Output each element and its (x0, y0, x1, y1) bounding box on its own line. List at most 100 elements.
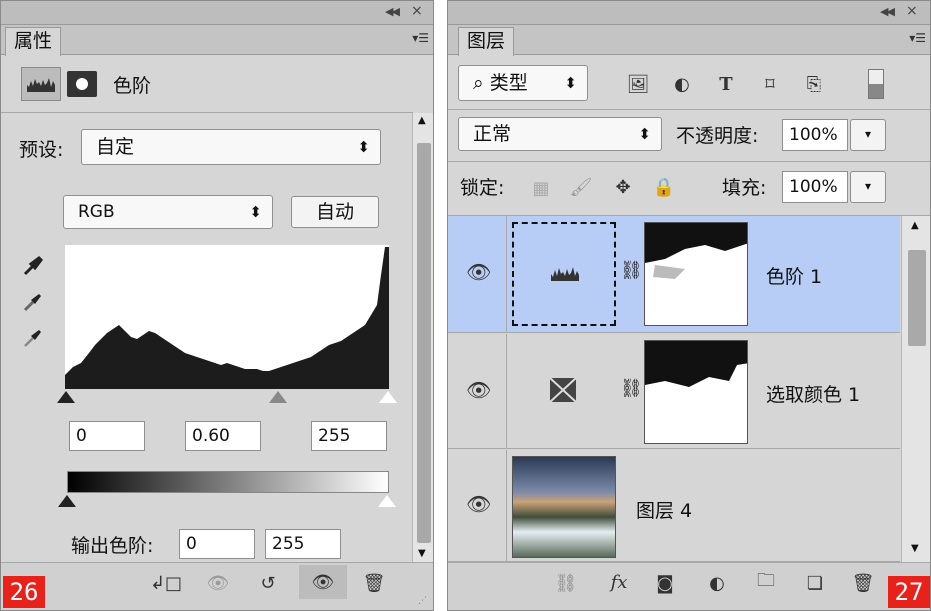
properties-scrollbar[interactable]: ▲ ▼ (412, 113, 433, 565)
layers-footer: ⛓ fx ◙ ◐ 🗀 ❏ 🗑 (448, 562, 930, 610)
scroll-thumb[interactable] (417, 143, 431, 543)
output-gradient (67, 471, 389, 493)
new-group-icon[interactable]: 🗀 (752, 570, 780, 595)
white-eyedropper-icon[interactable] (19, 325, 47, 351)
filter-value: 类型 (489, 72, 528, 94)
lock-pixels-icon[interactable]: 🖌 (566, 175, 596, 199)
filter-select[interactable]: ⌕ 类型 ⬍ (458, 65, 588, 101)
image-layer-thumb[interactable] (512, 456, 616, 558)
gray-eyedropper-icon[interactable] (19, 289, 47, 315)
step-badge: 26 (3, 576, 45, 608)
tab-layers[interactable]: 图层 (458, 27, 515, 56)
new-layer-icon[interactable]: ❏ (802, 571, 828, 595)
layers-scrollbar[interactable]: ▲ ▼ (901, 216, 930, 562)
smart-object-filter-icon[interactable]: ⎘ (800, 71, 828, 97)
lock-all-icon[interactable]: 🔒 (652, 175, 676, 199)
fx-icon[interactable]: fx (602, 569, 636, 595)
image-filter-icon[interactable]: 🖼 (624, 71, 652, 97)
properties-footer: ↲□ 👁 ↺ 👁 🗑 ⋰ (1, 562, 433, 610)
trash-icon[interactable]: 🗑 (850, 571, 876, 595)
black-point-slider[interactable] (57, 391, 75, 403)
reset-icon[interactable]: ↺ (253, 571, 283, 595)
chain-link-icon[interactable]: ⛓ (620, 378, 643, 399)
fill-dropdown-icon[interactable]: ▾ (850, 171, 886, 203)
new-adjustment-icon[interactable]: ◐ (702, 571, 732, 595)
scroll-up-icon[interactable]: ▲ (418, 115, 426, 126)
output-white-field[interactable]: 255 (265, 529, 341, 559)
divider (506, 216, 507, 333)
tab-row: 属性 ▾☰ (1, 25, 433, 56)
type-filter-icon[interactable]: T (712, 71, 740, 97)
search-icon: ⌕ (473, 72, 484, 94)
scroll-thumb[interactable] (908, 250, 926, 346)
trash-icon[interactable]: 🗑 (361, 571, 387, 595)
divider (1, 112, 413, 113)
preset-select[interactable]: 自定 ⬍ (81, 129, 381, 165)
scroll-down-icon[interactable]: ▼ (911, 543, 919, 554)
updown-icon: ⬍ (564, 74, 577, 92)
blend-mode-select[interactable]: 正常 ⬍ (458, 117, 662, 151)
input-gamma-field[interactable]: 0.60 (185, 421, 261, 451)
channel-value: RGB (78, 202, 115, 222)
adjustment-thumb-selected[interactable] (512, 222, 616, 326)
view-previous-icon[interactable]: 👁 (201, 571, 235, 595)
input-white-field[interactable]: 255 (311, 421, 387, 451)
output-levels-label: 输出色阶: (71, 535, 154, 557)
visibility-eye-icon[interactable]: 👁 (466, 378, 491, 402)
layer-mask-thumb[interactable] (644, 340, 748, 444)
close-icon[interactable]: × (906, 3, 918, 19)
output-white-slider[interactable] (378, 495, 396, 507)
layer-name[interactable]: 色阶 1 (766, 262, 822, 289)
layer-name[interactable]: 选取颜色 1 (766, 380, 860, 407)
visibility-icon[interactable]: 👁 (299, 565, 347, 599)
scroll-down-icon[interactable]: ▼ (418, 548, 426, 559)
layer-name[interactable]: 图层 4 (636, 496, 692, 523)
lock-transparency-icon[interactable]: ▦ (530, 177, 552, 199)
close-icon[interactable]: × (411, 3, 423, 19)
auto-button[interactable]: 自动 (291, 196, 379, 228)
fill-field[interactable]: 100% (782, 171, 848, 203)
gamma-slider[interactable] (269, 391, 287, 403)
output-black-field[interactable]: 0 (179, 529, 255, 559)
opacity-dropdown-icon[interactable]: ▾ (850, 119, 886, 151)
lock-position-icon[interactable]: ✥ (610, 175, 636, 199)
shape-filter-icon[interactable]: ⌑ (756, 71, 784, 97)
black-eyedropper-icon[interactable] (19, 253, 47, 279)
tab-properties[interactable]: 属性 (5, 27, 62, 56)
link-layers-icon[interactable]: ⛓ (552, 571, 580, 595)
levels-icon[interactable] (21, 67, 61, 101)
layer-row-levels[interactable]: 👁 ⛓ 色阶 1 (448, 216, 900, 333)
collapse-icon[interactable]: ◀◀ (385, 5, 400, 18)
input-black-field[interactable]: 0 (69, 421, 145, 451)
output-black-slider[interactable] (58, 495, 76, 507)
channel-select[interactable]: RGB ⬍ (63, 195, 273, 229)
layer-row-selective-color[interactable]: 👁 ⛓ 选取颜色 1 (448, 334, 900, 449)
visibility-eye-icon[interactable]: 👁 (466, 492, 491, 516)
adjustment-title: 色阶 (113, 75, 152, 97)
scroll-up-icon[interactable]: ▲ (911, 220, 919, 231)
filter-toggle[interactable] (868, 69, 884, 99)
divider (448, 109, 930, 110)
mask-icon[interactable] (67, 71, 97, 97)
divider (506, 334, 507, 449)
layer-mask-thumb[interactable] (644, 222, 748, 326)
resize-grip-icon[interactable]: ⋰ (418, 596, 427, 606)
white-point-slider[interactable] (379, 391, 397, 403)
selective-color-icon[interactable] (548, 376, 578, 404)
chain-link-icon[interactable]: ⛓ (620, 260, 643, 281)
panel-menu-icon[interactable]: ▾☰ (909, 31, 926, 45)
updown-icon: ⬍ (249, 203, 262, 221)
divider (506, 450, 507, 562)
add-mask-icon[interactable]: ◙ (652, 571, 678, 595)
collapse-icon[interactable]: ◀◀ (880, 5, 895, 18)
visibility-eye-icon[interactable]: 👁 (466, 260, 491, 284)
properties-panel: ◀◀ × 属性 ▾☰ 色阶 预设: 自定 ⬍ RGB ⬍ 自动 0 0.60 255 (0, 0, 434, 611)
opacity-field[interactable]: 100% (782, 119, 848, 151)
panel-menu-icon[interactable]: ▾☰ (412, 31, 429, 45)
layer-row-image[interactable]: 👁 图层 4 (448, 450, 900, 562)
clip-to-layer-icon[interactable]: ↲□ (150, 571, 182, 595)
preset-label: 预设: (19, 139, 64, 161)
layers-panel: ◀◀ × 图层 ▾☰ ⌕ 类型 ⬍ 🖼 ◐ T ⌑ ⎘ 正常 ⬍ 不透明度: 100… (447, 0, 931, 611)
opacity-label: 不透明度: (676, 125, 759, 147)
adjustment-filter-icon[interactable]: ◐ (668, 71, 696, 97)
